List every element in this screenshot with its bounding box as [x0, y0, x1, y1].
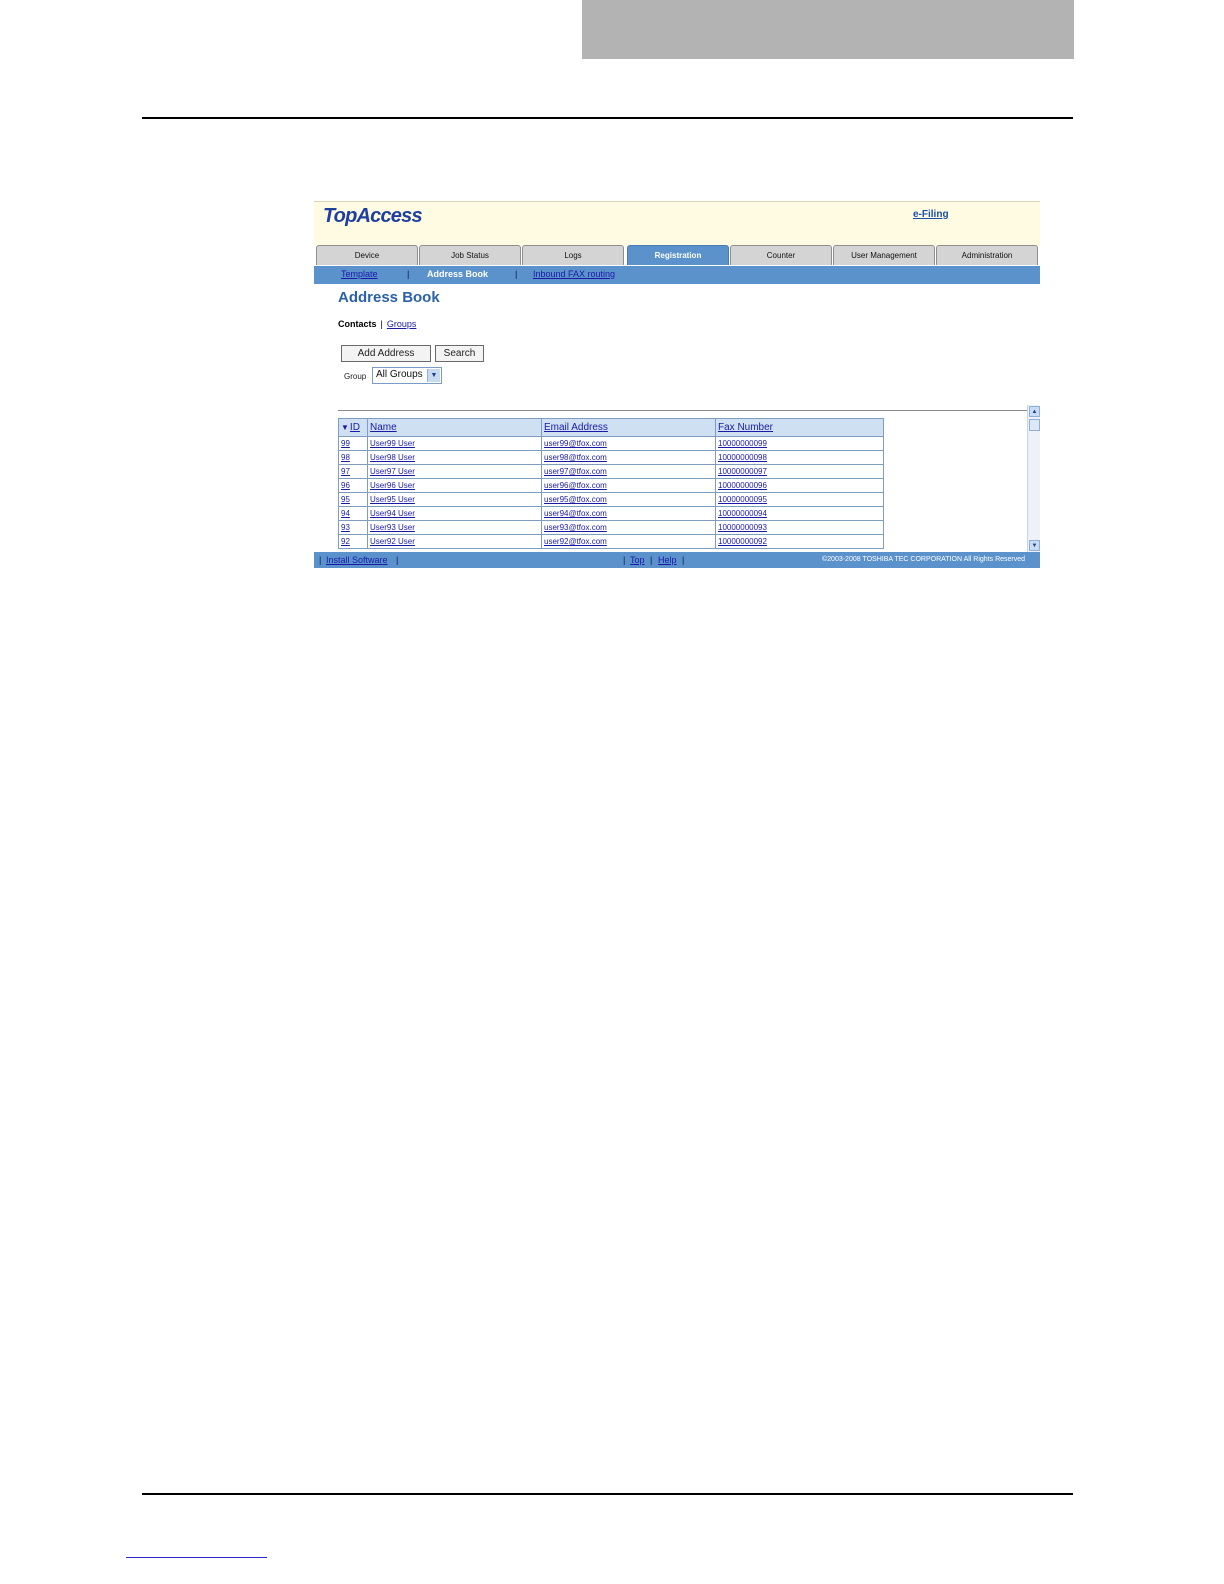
row-name[interactable]: User94 User: [370, 509, 415, 518]
footer-underline-mark: [126, 1557, 267, 1558]
subnav-template[interactable]: Template: [341, 269, 378, 279]
scroll-up-icon[interactable]: ▲: [1029, 406, 1040, 417]
table-row: 96 User96 User user96@tfox.com 100000000…: [338, 478, 884, 493]
row-name[interactable]: User93 User: [370, 523, 415, 532]
row-email[interactable]: user96@tfox.com: [544, 481, 607, 490]
header-id-label[interactable]: ID: [350, 422, 360, 433]
group-select-value: All Groups: [376, 369, 423, 380]
row-id[interactable]: 95: [341, 495, 350, 504]
bottom-rule: [142, 1493, 1073, 1495]
row-fax[interactable]: 10000000097: [718, 467, 767, 476]
footer-separator: |: [650, 555, 653, 565]
tab-counter[interactable]: Counter: [730, 245, 832, 265]
header-gray-box: [582, 0, 1074, 59]
table-row: 94 User94 User user94@tfox.com 100000000…: [338, 506, 884, 521]
header-id[interactable]: ▼ID: [338, 418, 368, 437]
scroll-thumb[interactable]: [1029, 419, 1040, 431]
table-row: 99 User99 User user99@tfox.com 100000000…: [338, 436, 884, 451]
address-table: ▼ID Name Email Address Fax Number 99 Use…: [338, 418, 884, 549]
row-id[interactable]: 92: [341, 537, 350, 546]
contacts-label: Contacts: [338, 319, 377, 329]
contacts-groups-switch: Contacts | Groups: [338, 319, 416, 329]
list-divider: [338, 410, 1028, 411]
install-software-link[interactable]: Install Software: [326, 555, 388, 565]
row-id[interactable]: 94: [341, 509, 350, 518]
app-header: TopAccess e-Filing: [314, 201, 1040, 246]
subnav-separator: |: [407, 269, 410, 279]
app-footer: | Install Software | | Top | Help | ©200…: [314, 552, 1040, 568]
sub-navigation: Template | Address Book | Inbound FAX ro…: [314, 266, 1040, 284]
tab-registration[interactable]: Registration: [627, 245, 729, 265]
row-id[interactable]: 99: [341, 439, 350, 448]
help-link[interactable]: Help: [658, 555, 677, 565]
row-name[interactable]: User97 User: [370, 467, 415, 476]
tab-device[interactable]: Device: [316, 245, 418, 265]
row-id[interactable]: 96: [341, 481, 350, 490]
row-id[interactable]: 93: [341, 523, 350, 532]
row-email[interactable]: user99@tfox.com: [544, 439, 607, 448]
main-tabs: Device Job Status Logs Registration Coun…: [316, 245, 1040, 266]
efiling-link[interactable]: e-Filing: [913, 209, 949, 220]
header-name[interactable]: Name: [367, 418, 542, 437]
tab-administration[interactable]: Administration: [936, 245, 1038, 265]
table-row: 98 User98 User user98@tfox.com 100000000…: [338, 450, 884, 465]
row-fax[interactable]: 10000000092: [718, 537, 767, 546]
row-name[interactable]: User99 User: [370, 439, 415, 448]
header-fax-label[interactable]: Fax Number: [718, 422, 773, 433]
row-fax[interactable]: 10000000093: [718, 523, 767, 532]
table-header-row: ▼ID Name Email Address Fax Number: [338, 418, 884, 437]
top-link[interactable]: Top: [630, 555, 645, 565]
contacts-separator: |: [380, 319, 383, 329]
footer-separator: |: [396, 555, 399, 565]
sort-descending-icon: ▼: [341, 423, 349, 432]
row-email[interactable]: user92@tfox.com: [544, 537, 607, 546]
add-address-button[interactable]: Add Address: [341, 345, 431, 362]
group-select[interactable]: All Groups ▼: [372, 367, 442, 384]
row-name[interactable]: User95 User: [370, 495, 415, 504]
tab-logs[interactable]: Logs: [522, 245, 624, 265]
row-fax[interactable]: 10000000095: [718, 495, 767, 504]
tab-job-status[interactable]: Job Status: [419, 245, 521, 265]
copyright-text: ©2003-2008 TOSHIBA TEC CORPORATION All R…: [822, 556, 1026, 563]
footer-separator: |: [682, 555, 685, 565]
topaccess-logo: TopAccess: [323, 205, 423, 227]
footer-separator: |: [319, 555, 322, 565]
row-email[interactable]: user98@tfox.com: [544, 453, 607, 462]
tab-user-management[interactable]: User Management: [833, 245, 935, 265]
group-label: Group: [344, 372, 367, 381]
row-fax[interactable]: 10000000098: [718, 453, 767, 462]
header-fax[interactable]: Fax Number: [715, 418, 884, 437]
row-fax[interactable]: 10000000096: [718, 481, 767, 490]
header-email[interactable]: Email Address: [541, 418, 716, 437]
row-fax[interactable]: 10000000099: [718, 439, 767, 448]
table-row: 93 User93 User user93@tfox.com 100000000…: [338, 520, 884, 535]
row-name[interactable]: User98 User: [370, 453, 415, 462]
scroll-down-icon[interactable]: ▼: [1029, 540, 1040, 551]
row-email[interactable]: user97@tfox.com: [544, 467, 607, 476]
header-name-label[interactable]: Name: [370, 422, 397, 433]
row-id[interactable]: 97: [341, 467, 350, 476]
row-id[interactable]: 98: [341, 453, 350, 462]
row-email[interactable]: user93@tfox.com: [544, 523, 607, 532]
table-row: 97 User97 User user97@tfox.com 100000000…: [338, 464, 884, 479]
table-row: 92 User92 User user92@tfox.com 100000000…: [338, 534, 884, 549]
footer-separator: |: [623, 555, 626, 565]
table-row: 95 User95 User user95@tfox.com 100000000…: [338, 492, 884, 507]
subnav-inbound-fax-routing[interactable]: Inbound FAX routing: [533, 269, 615, 279]
row-email[interactable]: user94@tfox.com: [544, 509, 607, 518]
topaccess-screenshot: TopAccess e-Filing Device Job Status Log…: [314, 201, 1040, 568]
row-fax[interactable]: 10000000094: [718, 509, 767, 518]
row-name[interactable]: User92 User: [370, 537, 415, 546]
chevron-down-icon[interactable]: ▼: [427, 369, 440, 382]
row-email[interactable]: user95@tfox.com: [544, 495, 607, 504]
header-email-label[interactable]: Email Address: [544, 422, 608, 433]
page-title: Address Book: [338, 289, 440, 306]
subnav-address-book: Address Book: [427, 269, 489, 279]
row-name[interactable]: User96 User: [370, 481, 415, 490]
subnav-separator: |: [515, 269, 518, 279]
groups-link[interactable]: Groups: [387, 319, 417, 329]
top-rule: [142, 117, 1073, 119]
search-button[interactable]: Search: [435, 345, 484, 362]
vertical-scrollbar[interactable]: ▲ ▼: [1027, 405, 1040, 552]
